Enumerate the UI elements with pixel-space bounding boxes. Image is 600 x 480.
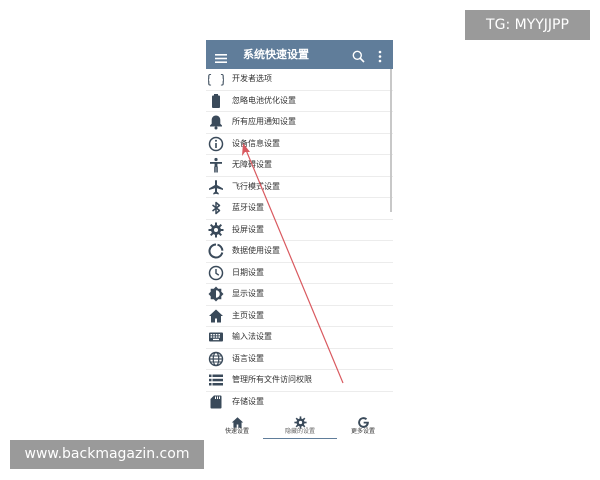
app-title: 系统快速设置 [243, 48, 309, 61]
list-item-label: 语言设置 [232, 353, 264, 363]
nav-tab-more-settings[interactable]: 更多设置 [333, 414, 393, 440]
list-item-developer-options[interactable]: { } 开发者选项 [206, 69, 393, 91]
bluetooth-icon [208, 200, 224, 216]
nav-tab-quick-settings[interactable]: 快速设置 [207, 414, 267, 440]
code-braces-icon: { } [208, 71, 224, 87]
home-icon [231, 414, 244, 428]
info-icon [208, 136, 224, 152]
list-item-label: 数据使用设置 [232, 246, 280, 255]
file-list-icon [208, 372, 224, 388]
list-item-label: 投屏设置 [232, 224, 264, 234]
list-item-file-access[interactable]: 管理所有文件访问权限 [206, 370, 393, 392]
list-item-cast[interactable]: 投屏设置 [206, 220, 393, 241]
list-item-label: 设备信息设置 [232, 138, 280, 148]
nav-label: 快速设置 [224, 428, 249, 435]
list-item-label: 飞行模式设置 [232, 181, 280, 191]
clock-icon [208, 265, 224, 281]
gear-icon [293, 414, 307, 429]
list-item-label: 开发者选项 [232, 74, 272, 83]
phone-screen: 系统快速设置 { } 开发者选项 [206, 40, 393, 440]
list-item-app-notifications[interactable]: 所有应用通知设置 [206, 112, 393, 134]
watermark-url: www.backmagazin.com [10, 440, 204, 469]
more-vert-icon[interactable] [378, 48, 382, 63]
list-item-home[interactable]: 主页设置 [206, 306, 393, 327]
list-item-accessibility[interactable]: 无障碍设置 [206, 155, 393, 177]
cast-gear-icon [208, 222, 224, 238]
list-item-device-info[interactable]: 设备信息设置 [206, 134, 393, 155]
screenshot-page: 系统快速设置 { } 开发者选项 [0, 0, 600, 480]
nav-label: 更多设置 [350, 428, 375, 435]
google-g-icon [357, 414, 370, 428]
globe-icon [208, 351, 224, 367]
svg-text:{ }: { } [208, 73, 224, 87]
accessibility-icon [208, 157, 224, 173]
home-icon [208, 308, 224, 324]
search-icon[interactable] [352, 48, 365, 63]
settings-list: { } 开发者选项 忽略电池优化设置 所有应用通知设置 设备 [206, 69, 393, 413]
list-item-language[interactable]: 语言设置 [206, 349, 393, 370]
watermark-tg: TG: MYYJJPP [465, 10, 590, 40]
list-item-storage[interactable]: 存储设置 [206, 392, 393, 413]
nav-tab-hidden-settings[interactable]: 隐藏的设置 [270, 414, 330, 440]
bell-icon [208, 114, 224, 130]
list-item-battery-optimization[interactable]: 忽略电池优化设置 [206, 91, 393, 112]
list-item-date[interactable]: 日期设置 [206, 263, 393, 284]
list-item-label: 日期设置 [232, 267, 264, 277]
list-item-label: 所有应用通知设置 [232, 117, 296, 126]
list-item-label: 存储设置 [232, 396, 264, 406]
keyboard-icon [208, 329, 224, 345]
list-item-label: 输入法设置 [232, 332, 272, 341]
list-item-label: 无障碍设置 [232, 160, 272, 169]
bottom-navigation: 快速设置 隐藏的设置 更多设置 [206, 412, 393, 440]
airplane-icon [208, 179, 224, 195]
hamburger-menu-icon[interactable] [215, 49, 227, 63]
active-tab-indicator [263, 438, 337, 439]
list-item-label: 蓝牙设置 [232, 203, 264, 212]
list-item-label: 显示设置 [232, 289, 264, 298]
app-bar: 系统快速设置 [206, 40, 393, 69]
sd-card-icon [208, 394, 224, 410]
list-item-label: 主页设置 [232, 310, 264, 320]
brightness-icon [208, 286, 224, 302]
data-usage-icon [208, 243, 224, 259]
list-item-data-usage[interactable]: 数据使用设置 [206, 241, 393, 263]
battery-icon [208, 93, 224, 109]
list-item-display[interactable]: 显示设置 [206, 284, 393, 306]
scrollbar[interactable] [390, 69, 392, 212]
list-item-bluetooth[interactable]: 蓝牙设置 [206, 198, 393, 220]
nav-label: 隐藏的设置 [284, 428, 315, 435]
list-item-input-method[interactable]: 输入法设置 [206, 327, 393, 349]
list-item-airplane-mode[interactable]: 飞行模式设置 [206, 177, 393, 198]
list-item-label: 忽略电池优化设置 [232, 95, 296, 105]
list-item-label: 管理所有文件访问权限 [232, 375, 312, 384]
